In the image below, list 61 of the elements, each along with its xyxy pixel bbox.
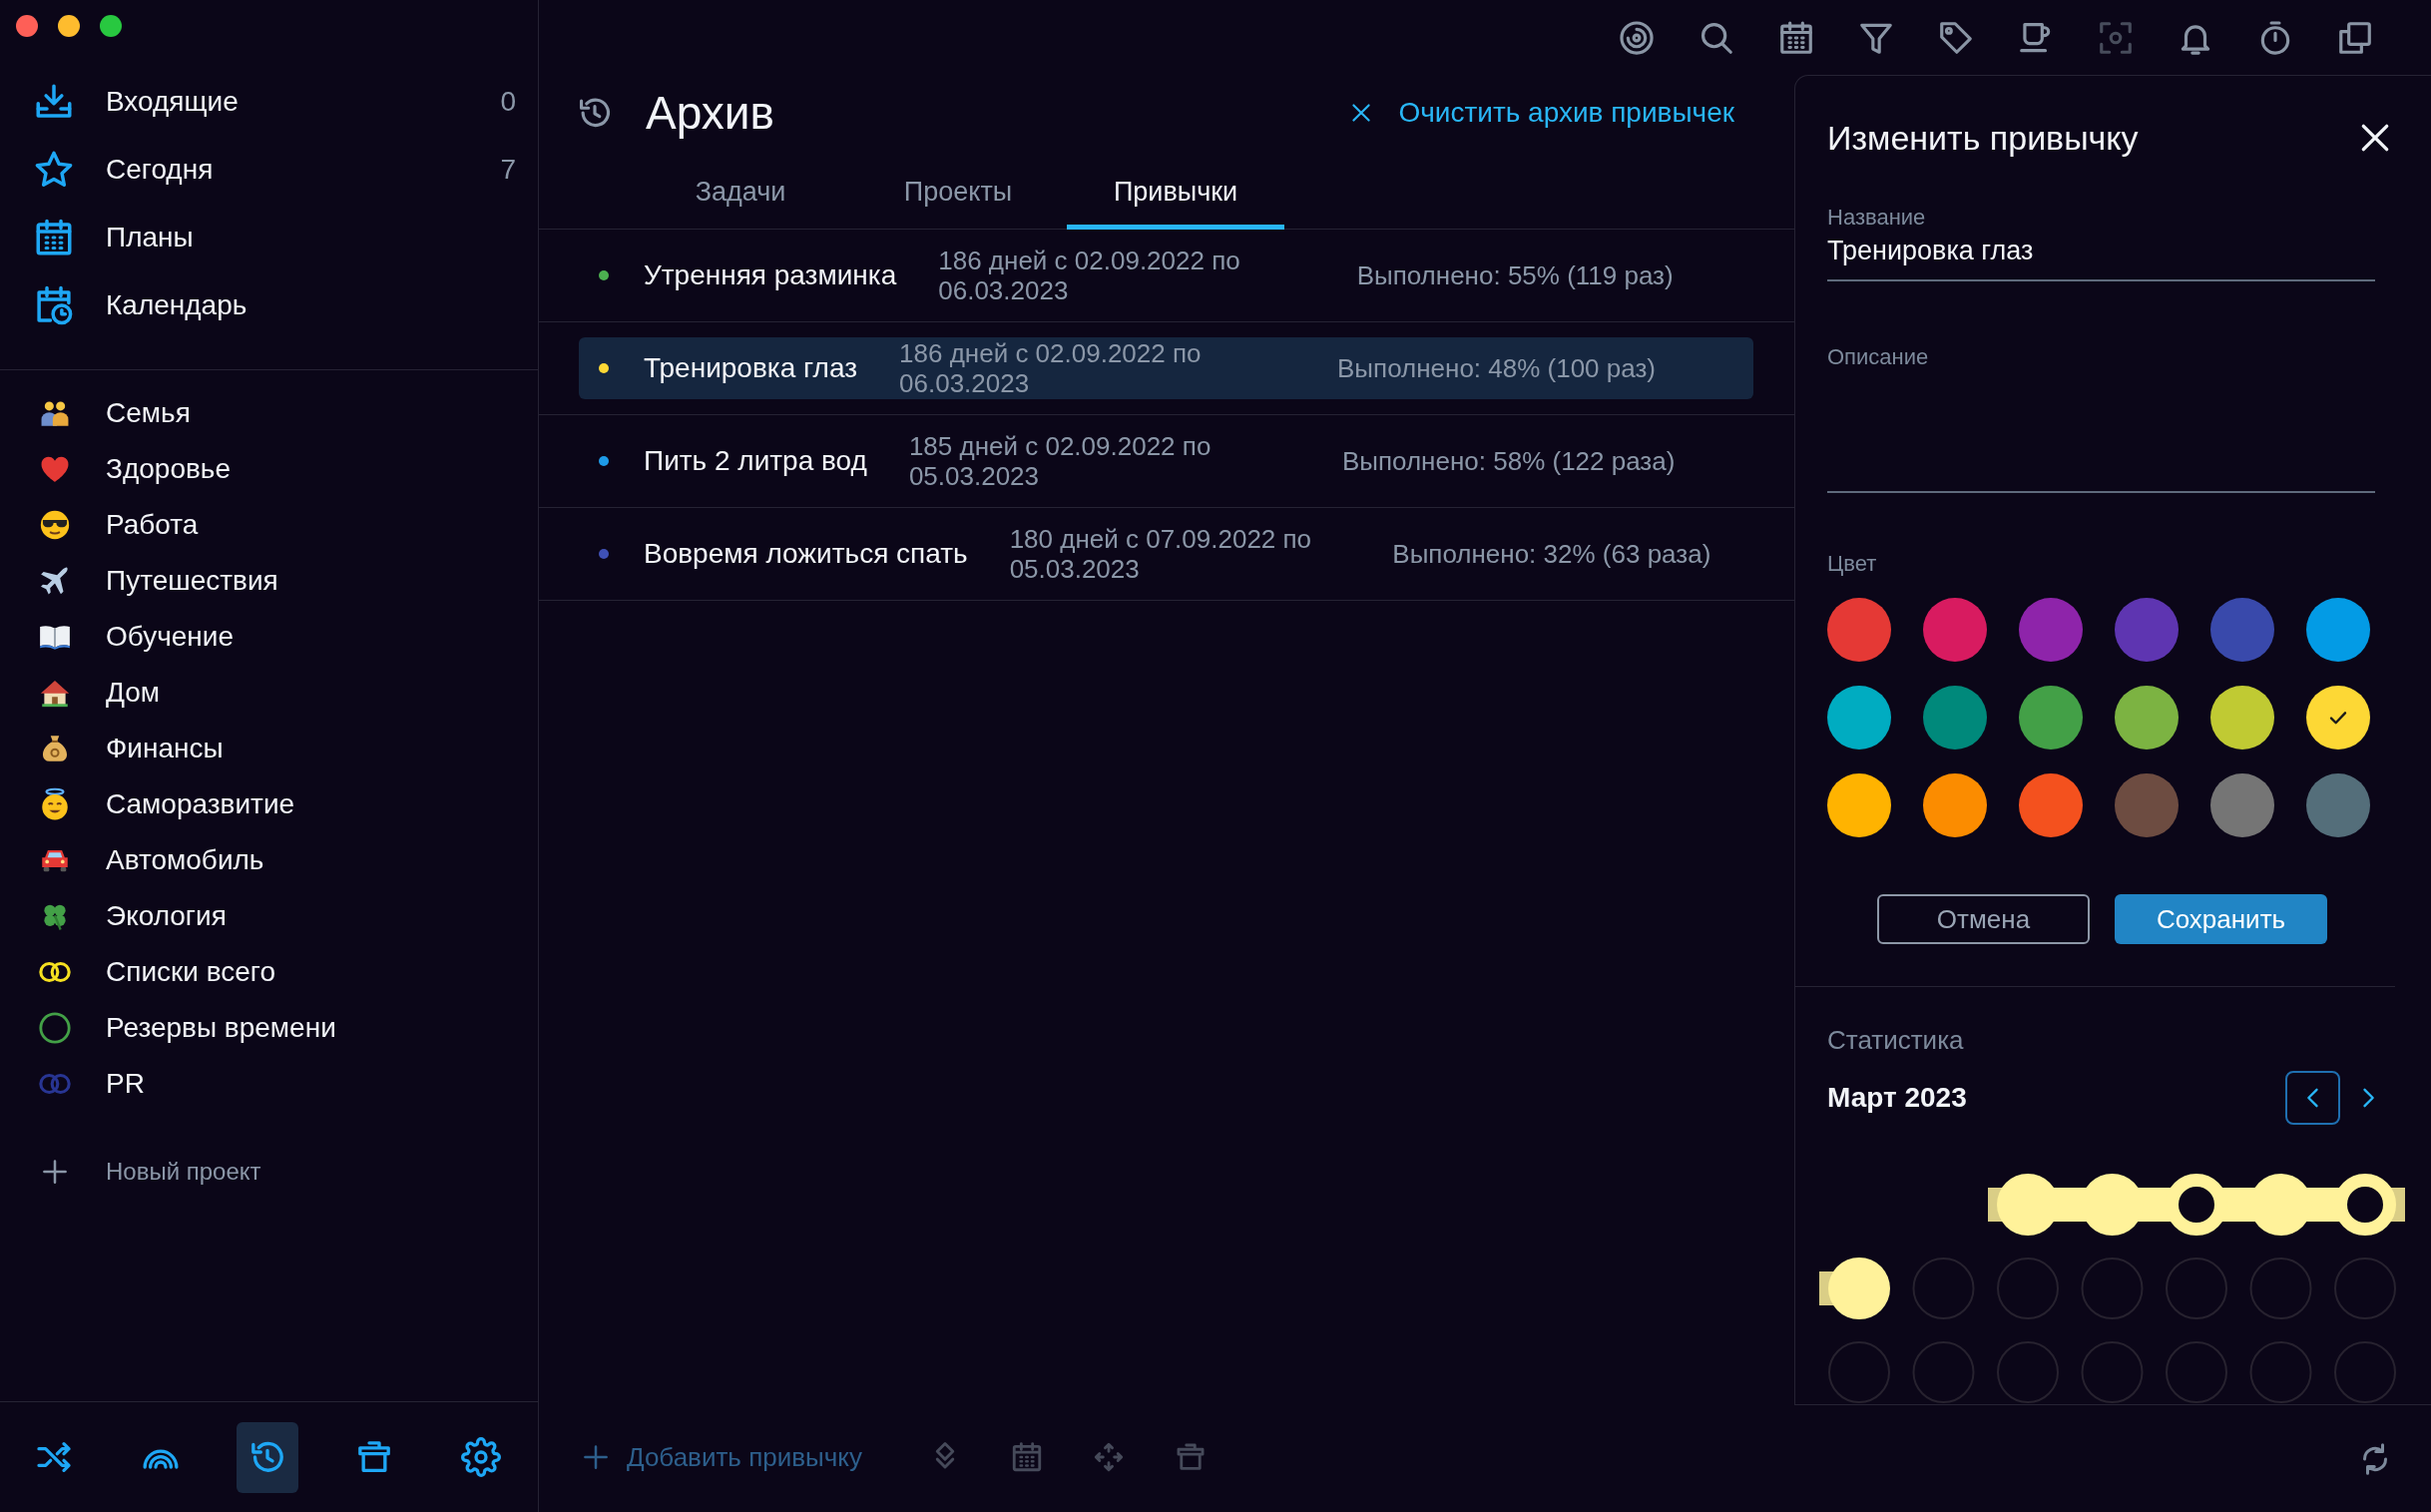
project-item[interactable]: Работа [0, 497, 538, 553]
save-button[interactable]: Сохранить [2115, 894, 2327, 944]
month-label: Март 2023 [1827, 1082, 1967, 1114]
project-item[interactable]: PR [0, 1056, 538, 1112]
project-item[interactable]: Автомобиль [0, 832, 538, 888]
habit-name: Вовремя ложиться спать [644, 538, 968, 570]
new-project-button[interactable]: Новый проект [0, 1144, 538, 1200]
tab[interactable]: Привычки [1067, 150, 1284, 230]
field-label: Название [1827, 204, 1927, 231]
page-title: Архив [646, 85, 774, 140]
window-control-button[interactable] [16, 15, 38, 37]
habit-row[interactable]: Утренняя разминка 186 дней с 02.09.2022 по 06.03.2023 Выполнено: 55% (119 раз) [579, 245, 1753, 306]
window-control-button[interactable] [100, 15, 122, 37]
habit-name: Пить 2 литра вод [644, 445, 867, 477]
plus-icon [40, 1157, 70, 1187]
project-item[interactable]: Экология [0, 888, 538, 944]
habit-progress: Выполнено: 55% (119 раз) [1356, 259, 1675, 291]
habit-progress: Выполнено: 32% (63 раза) [1392, 538, 1712, 570]
habit-row[interactable]: Вовремя ложиться спать 180 дней с 07.09.2022 по 05.03.2023 Выполнено: 32% (63 раза) [579, 523, 1753, 585]
previous-month-button[interactable] [2285, 1071, 2340, 1125]
settings-icon [461, 1437, 501, 1477]
section-label: Цвет [1827, 551, 1878, 577]
habit-row[interactable]: Тренировка глаз 186 дней с 02.09.2022 по 06.03.2023 Выполнено: 48% (100 раз) [579, 337, 1753, 399]
habit-period: 185 дней с 02.09.2022 по 05.03.2023 [908, 430, 1213, 492]
sidebar-item[interactable]: Планы [0, 204, 538, 271]
item-count: 7 [500, 154, 516, 186]
item-count: 0 [500, 86, 516, 118]
clear-archive-link[interactable]: Очистить архив привычек [1348, 96, 1734, 129]
sidebar-item[interactable]: Входящие 0 [0, 68, 538, 136]
project-item[interactable]: Саморазвитие [0, 776, 538, 832]
habit-name: Тренировка глаз [644, 352, 858, 384]
project-item[interactable]: Дом [0, 665, 538, 721]
habit-period: 186 дней с 02.09.2022 по 06.03.2023 [899, 337, 1203, 399]
sidebar-item[interactable]: Календарь [0, 271, 538, 339]
window-control-button[interactable] [58, 15, 80, 37]
description-field[interactable]: Описание [1827, 343, 2375, 493]
habit-period: 180 дней с 07.09.2022 по 05.03.2023 [1009, 523, 1313, 585]
habit-progress: Выполнено: 48% (100 раз) [1337, 352, 1657, 384]
habit-row[interactable]: Пить 2 литра вод 185 дней с 02.09.2022 по 05.03.2023 Выполнено: 58% (122 раза) [579, 430, 1753, 492]
project-item[interactable]: Финансы [0, 721, 538, 776]
target-icon[interactable] [1618, 18, 1656, 57]
name-field[interactable]: Тренировка глаз [1827, 234, 2375, 281]
project-item[interactable]: Семья [0, 385, 538, 441]
habit-progress: Выполнено: 58% (122 раза) [1341, 445, 1677, 477]
project-item[interactable]: Путешествия [0, 553, 538, 609]
project-item[interactable]: Здоровье [0, 441, 538, 497]
cancel-button[interactable]: Отмена [1877, 894, 2090, 944]
habit-period: 186 дней с 02.09.2022 по 06.03.2023 [938, 245, 1241, 306]
tab[interactable]: Проекты [849, 150, 1067, 230]
sunglasses-face-icon [38, 508, 72, 542]
project-item[interactable]: Списки всего [0, 944, 538, 1000]
sidebar-item[interactable]: Сегодня 7 [0, 136, 538, 204]
nav-button[interactable] [237, 1421, 298, 1493]
panel-title: Изменить привычку [1827, 118, 2139, 158]
plus-icon [581, 1442, 611, 1472]
project-item[interactable]: Резервы времени [0, 1000, 538, 1056]
project-item[interactable]: Обучение [0, 609, 538, 665]
calendar-icon[interactable] [1777, 18, 1815, 57]
section-label: Статистика [1827, 1027, 1965, 1053]
tab[interactable]: Задачи [632, 150, 849, 230]
habit-name: Утренняя разминка [644, 259, 897, 291]
